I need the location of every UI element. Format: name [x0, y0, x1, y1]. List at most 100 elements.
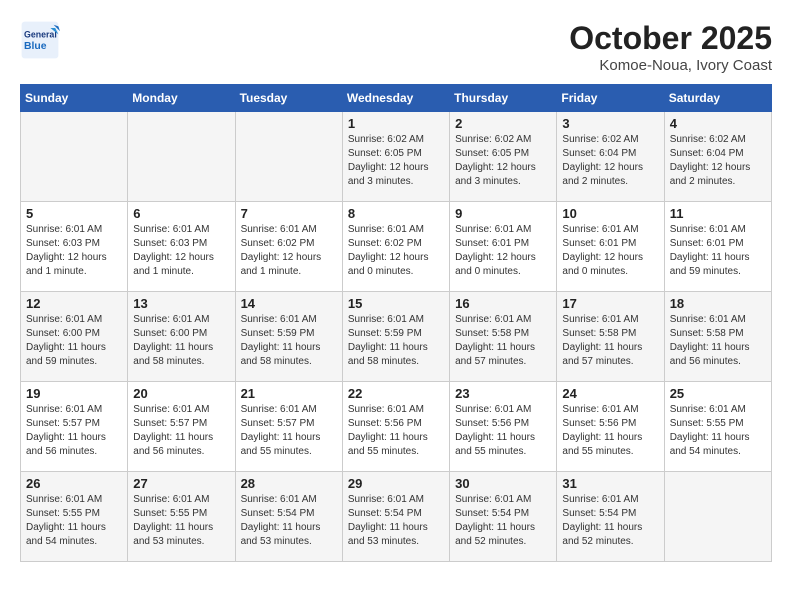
day-info: Sunrise: 6:01 AM Sunset: 5:56 PM Dayligh… — [455, 403, 551, 459]
day-cell-27: 27 Sunrise: 6:01 AM Sunset: 5:55 PM Dayli… — [128, 472, 235, 562]
day-cell-8: 8 Sunrise: 6:01 AM Sunset: 6:02 PM Daylig… — [342, 202, 449, 292]
day-cell-31: 31Sunrise: 6:01 AM Sunset: 5:54 PM Dayli… — [557, 472, 664, 562]
day-number: 22 — [348, 386, 444, 401]
day-number: 1 — [348, 116, 444, 131]
day-cell-28: 28Sunrise: 6:01 AM Sunset: 5:54 PM Dayli… — [235, 472, 342, 562]
day-cell-7: 7 Sunrise: 6:01 AM Sunset: 6:02 PM Daylig… — [235, 202, 342, 292]
day-number: 4 — [670, 116, 766, 131]
week-row-4: 19 Sunrise: 6:01 AM Sunset: 5:57 PM Dayli… — [21, 382, 772, 472]
day-cell-10: 10Sunrise: 6:01 AM Sunset: 6:01 PM Dayli… — [557, 202, 664, 292]
day-number: 31 — [562, 476, 658, 491]
day-info: Sunrise: 6:01 AM Sunset: 5:55 PM Dayligh… — [26, 493, 122, 549]
day-info: Sunrise: 6:01 AM Sunset: 6:03 PM Dayligh… — [133, 223, 229, 279]
day-info: Sunrise: 6:01 AM Sunset: 5:56 PM Dayligh… — [562, 403, 658, 459]
day-info: Sunrise: 6:01 AM Sunset: 5:59 PM Dayligh… — [241, 313, 337, 369]
weekday-header-sunday: Sunday — [21, 85, 128, 112]
page-header: General Blue October 2025 Komoe-Noua, Iv… — [20, 20, 772, 74]
weekday-header-wednesday: Wednesday — [342, 85, 449, 112]
day-number: 23 — [455, 386, 551, 401]
day-cell-19: 19 Sunrise: 6:01 AM Sunset: 5:57 PM Dayli… — [21, 382, 128, 472]
day-cell-20: 20 Sunrise: 6:01 AM Sunset: 5:57 PM Dayli… — [128, 382, 235, 472]
day-number: 24 — [562, 386, 658, 401]
weekday-header-thursday: Thursday — [450, 85, 557, 112]
day-cell-25: 25 Sunrise: 6:01 AM Sunset: 5:55 PM Dayli… — [664, 382, 771, 472]
day-info: Sunrise: 6:01 AM Sunset: 5:59 PM Dayligh… — [348, 313, 444, 369]
day-info: Sunrise: 6:01 AM Sunset: 6:03 PM Dayligh… — [26, 223, 122, 279]
day-cell-6: 6Sunrise: 6:01 AM Sunset: 6:03 PM Daylig… — [128, 202, 235, 292]
day-cell-12: 12 Sunrise: 6:01 AM Sunset: 6:00 PM Dayli… — [21, 292, 128, 382]
day-info: Sunrise: 6:01 AM Sunset: 5:58 PM Dayligh… — [455, 313, 551, 369]
day-info: Sunrise: 6:01 AM Sunset: 5:55 PM Dayligh… — [133, 493, 229, 549]
day-info: Sunrise: 6:02 AM Sunset: 6:05 PM Dayligh… — [348, 133, 444, 189]
week-row-2: 5 Sunrise: 6:01 AM Sunset: 6:03 PM Daylig… — [21, 202, 772, 292]
day-info: Sunrise: 6:01 AM Sunset: 5:55 PM Dayligh… — [670, 403, 766, 459]
day-number: 2 — [455, 116, 551, 131]
day-number: 21 — [241, 386, 337, 401]
day-info: Sunrise: 6:01 AM Sunset: 5:58 PM Dayligh… — [670, 313, 766, 369]
day-number: 16 — [455, 296, 551, 311]
day-number: 29 — [348, 476, 444, 491]
day-number: 12 — [26, 296, 122, 311]
svg-text:General: General — [24, 30, 57, 40]
day-cell-15: 15 Sunrise: 6:01 AM Sunset: 5:59 PM Dayli… — [342, 292, 449, 382]
day-cell-11: 11 Sunrise: 6:01 AM Sunset: 6:01 PM Dayli… — [664, 202, 771, 292]
day-number: 30 — [455, 476, 551, 491]
day-info: Sunrise: 6:01 AM Sunset: 6:01 PM Dayligh… — [562, 223, 658, 279]
day-number: 25 — [670, 386, 766, 401]
day-cell-9: 9 Sunrise: 6:01 AM Sunset: 6:01 PM Daylig… — [450, 202, 557, 292]
logo-icon: General Blue — [20, 20, 60, 60]
day-number: 11 — [670, 206, 766, 221]
day-number: 27 — [133, 476, 229, 491]
day-number: 14 — [241, 296, 337, 311]
day-info: Sunrise: 6:02 AM Sunset: 6:05 PM Dayligh… — [455, 133, 551, 189]
day-number: 20 — [133, 386, 229, 401]
title-area: October 2025 Komoe-Noua, Ivory Coast — [569, 20, 772, 74]
day-info: Sunrise: 6:01 AM Sunset: 6:02 PM Dayligh… — [241, 223, 337, 279]
day-info: Sunrise: 6:01 AM Sunset: 5:54 PM Dayligh… — [455, 493, 551, 549]
day-cell-29: 29 Sunrise: 6:01 AM Sunset: 5:54 PM Dayli… — [342, 472, 449, 562]
day-cell-18: 18 Sunrise: 6:01 AM Sunset: 5:58 PM Dayli… — [664, 292, 771, 382]
day-number: 8 — [348, 206, 444, 221]
month-title: October 2025 — [569, 20, 772, 57]
day-info: Sunrise: 6:01 AM Sunset: 5:57 PM Dayligh… — [26, 403, 122, 459]
day-info: Sunrise: 6:01 AM Sunset: 6:00 PM Dayligh… — [26, 313, 122, 369]
day-cell-13: 13 Sunrise: 6:01 AM Sunset: 6:00 PM Dayli… — [128, 292, 235, 382]
day-info: Sunrise: 6:01 AM Sunset: 5:54 PM Dayligh… — [348, 493, 444, 549]
day-info: Sunrise: 6:01 AM Sunset: 5:57 PM Dayligh… — [133, 403, 229, 459]
day-number: 17 — [562, 296, 658, 311]
day-number: 5 — [26, 206, 122, 221]
day-cell-30: 30 Sunrise: 6:01 AM Sunset: 5:54 PM Dayli… — [450, 472, 557, 562]
weekday-header-monday: Monday — [128, 85, 235, 112]
day-number: 26 — [26, 476, 122, 491]
day-info: Sunrise: 6:02 AM Sunset: 6:04 PM Dayligh… — [562, 133, 658, 189]
day-number: 19 — [26, 386, 122, 401]
day-info: Sunrise: 6:01 AM Sunset: 6:00 PM Dayligh… — [133, 313, 229, 369]
day-cell-4: 4Sunrise: 6:02 AM Sunset: 6:04 PM Daylig… — [664, 112, 771, 202]
day-cell-1: 1 Sunrise: 6:02 AM Sunset: 6:05 PM Daylig… — [342, 112, 449, 202]
day-info: Sunrise: 6:01 AM Sunset: 6:01 PM Dayligh… — [670, 223, 766, 279]
day-cell-14: 14 Sunrise: 6:01 AM Sunset: 5:59 PM Dayli… — [235, 292, 342, 382]
calendar-table: SundayMondayTuesdayWednesdayThursdayFrid… — [20, 84, 772, 562]
empty-cell — [664, 472, 771, 562]
weekday-header-tuesday: Tuesday — [235, 85, 342, 112]
day-cell-17: 17Sunrise: 6:01 AM Sunset: 5:58 PM Dayli… — [557, 292, 664, 382]
week-row-3: 12 Sunrise: 6:01 AM Sunset: 6:00 PM Dayli… — [21, 292, 772, 382]
day-number: 13 — [133, 296, 229, 311]
day-cell-22: 22Sunrise: 6:01 AM Sunset: 5:56 PM Dayli… — [342, 382, 449, 472]
day-number: 9 — [455, 206, 551, 221]
day-number: 28 — [241, 476, 337, 491]
day-cell-2: 2 Sunrise: 6:02 AM Sunset: 6:05 PM Daylig… — [450, 112, 557, 202]
day-number: 15 — [348, 296, 444, 311]
day-info: Sunrise: 6:01 AM Sunset: 6:01 PM Dayligh… — [455, 223, 551, 279]
day-cell-3: 3 Sunrise: 6:02 AM Sunset: 6:04 PM Daylig… — [557, 112, 664, 202]
day-number: 7 — [241, 206, 337, 221]
weekday-header-friday: Friday — [557, 85, 664, 112]
week-row-5: 26 Sunrise: 6:01 AM Sunset: 5:55 PM Dayli… — [21, 472, 772, 562]
empty-cell — [235, 112, 342, 202]
day-info: Sunrise: 6:01 AM Sunset: 6:02 PM Dayligh… — [348, 223, 444, 279]
day-number: 3 — [562, 116, 658, 131]
logo: General Blue — [20, 20, 64, 60]
location-title: Komoe-Noua, Ivory Coast — [569, 57, 772, 74]
day-cell-23: 23 Sunrise: 6:01 AM Sunset: 5:56 PM Dayli… — [450, 382, 557, 472]
day-number: 18 — [670, 296, 766, 311]
